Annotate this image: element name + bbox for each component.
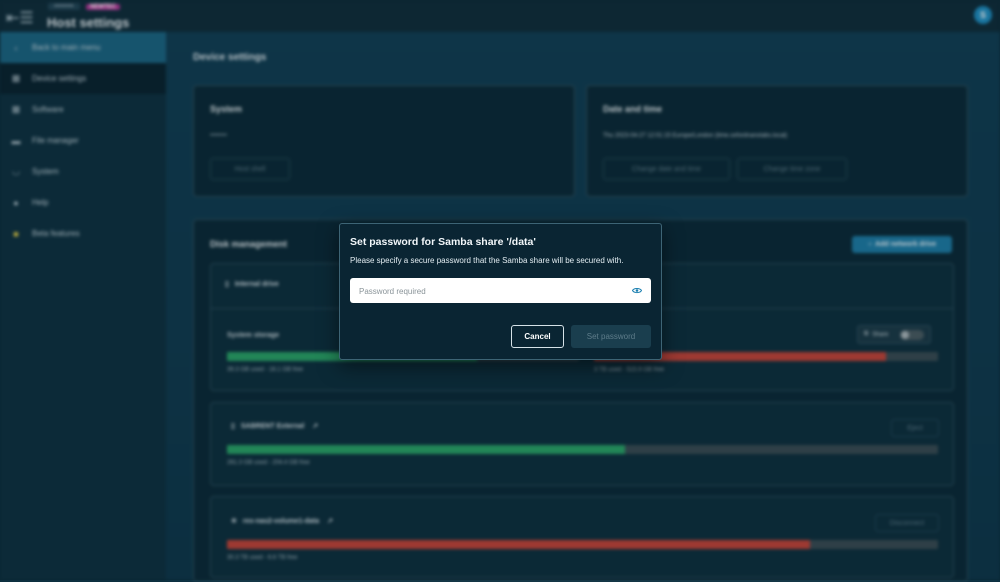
set-password-button[interactable]: Set password: [571, 325, 651, 348]
cancel-button[interactable]: Cancel: [511, 325, 564, 348]
eye-icon[interactable]: [632, 286, 642, 295]
dialog-title: Set password for Samba share '/data': [350, 236, 536, 248]
password-field: [350, 278, 651, 305]
password-input[interactable]: [350, 278, 631, 305]
set-password-dialog: Set password for Samba share '/data' Ple…: [339, 223, 662, 360]
dialog-description: Please specify a secure password that th…: [350, 256, 624, 265]
